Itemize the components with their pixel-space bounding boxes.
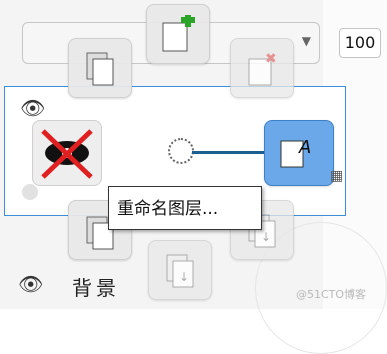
svg-text:↓: ↓ — [261, 230, 271, 244]
watermark: @51CTO博客 — [296, 288, 367, 301]
move-down-icon: ↓ — [166, 254, 194, 288]
new-layer-button[interactable] — [146, 4, 210, 64]
hide-layer-button[interactable] — [32, 120, 102, 186]
move-down-button[interactable]: ↓ — [148, 240, 212, 300]
delete-layer-button[interactable]: ✖ — [230, 38, 294, 98]
layer-name-background: 背景 — [72, 276, 120, 300]
copy-layers-icon — [86, 52, 114, 86]
rename-layer-icon: A — [280, 137, 311, 168]
opacity-input[interactable]: 100 — [339, 28, 381, 58]
svg-text:A: A — [298, 137, 311, 158]
svg-text:↓: ↓ — [179, 270, 189, 284]
rename-tooltip: 重命名图层... — [108, 186, 262, 230]
hide-layer-icon — [41, 129, 93, 179]
eye-icon-background[interactable]: 👁 — [18, 272, 43, 296]
layer-radio[interactable] — [22, 184, 38, 200]
rename-layer-button[interactable]: A — [264, 120, 334, 186]
drag-origin-indicator — [168, 138, 194, 164]
lock-icon[interactable]: ▦ — [330, 168, 343, 184]
delete-layer-icon: ✖ — [248, 51, 277, 86]
eye-icon[interactable]: 👁 — [20, 96, 45, 120]
chevron-down-icon: ▼ — [301, 34, 311, 48]
svg-text:✖: ✖ — [265, 51, 277, 67]
copy-layers-button[interactable] — [68, 38, 132, 98]
new-layer-icon — [162, 15, 195, 52]
